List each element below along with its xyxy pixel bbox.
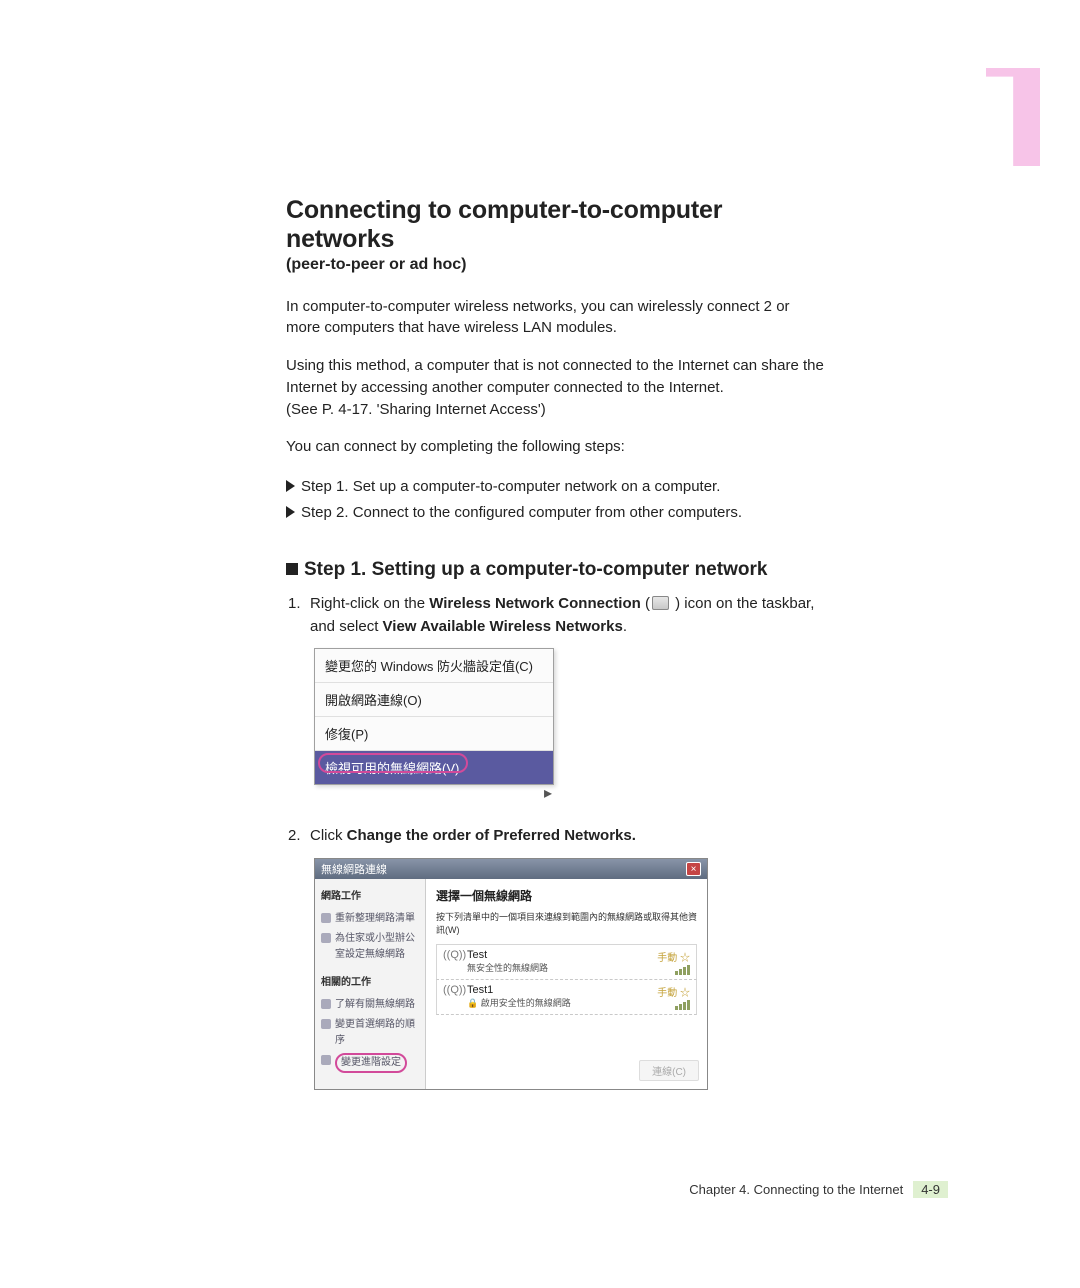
paragraph-3: You can connect by completing the follow…: [286, 436, 826, 458]
section-heading-text: Step 1. Setting up a computer-to-compute…: [304, 559, 767, 580]
dialog-title: 無線網路連線: [321, 861, 387, 877]
instr-1-bold-b: View Available Wireless Networks: [383, 618, 623, 635]
network-name: Test: [467, 949, 651, 961]
instr-1-text-d: .: [623, 618, 627, 635]
dialog-main: 選擇一個無線網路 按下列清單中的一個項目來連線到範圍內的無線網路或取得其他資訊(…: [425, 879, 707, 1089]
overview-step-2-text: Step 2. Connect to the configured comput…: [301, 504, 742, 521]
wireless-dialog-screenshot: 無線網路連線 × 網路工作 重新整理網路清單 為住家或小型辦公室設定無線網路 相…: [314, 858, 708, 1090]
signal-bars-icon: [675, 965, 690, 975]
triangle-bullet-icon: [286, 480, 295, 492]
overview-step-2: Step 2. Connect to the configured comput…: [286, 500, 826, 526]
menu-item-firewall[interactable]: 變更您的 Windows 防火牆設定值(C): [315, 649, 553, 683]
menu-item-open-connections[interactable]: 開啟網路連線(O): [315, 683, 553, 717]
antenna-icon: ((Q)): [443, 949, 461, 961]
gear-icon: [321, 1055, 331, 1065]
list-number: 1.: [288, 593, 301, 616]
antenna-icon: ((Q)): [443, 984, 461, 996]
network-status: 手動 ☆: [657, 949, 690, 964]
sidebar-link-advanced-label: 變更進階設定: [335, 1053, 407, 1073]
dialog-main-subtext: 按下列清單中的一個項目來連線到範圍內的無線網路或取得其他資訊(W): [436, 910, 697, 936]
footer-chapter-text: Chapter 4. Connecting to the Internet: [689, 1182, 903, 1197]
sidebar-link-advanced[interactable]: 變更進階設定: [321, 1051, 419, 1075]
menu-arrow-indicator: ▸: [314, 783, 826, 803]
signal-indicator: 手動 ☆: [657, 984, 690, 1010]
connect-button[interactable]: 連線(C): [639, 1060, 699, 1081]
instruction-2: 2. Click Change the order of Preferred N…: [286, 825, 826, 848]
overview-step-1: Step 1. Set up a computer-to-computer ne…: [286, 474, 826, 500]
dialog-titlebar: 無線網路連線 ×: [315, 859, 707, 879]
chapter-tab: [986, 68, 1040, 166]
signal-bars-icon: [675, 1000, 690, 1010]
page-content: Connecting to computer-to-computer netwo…: [286, 196, 826, 1090]
instr-1-text-b: (: [641, 595, 650, 612]
signal-indicator: 手動 ☆: [657, 949, 690, 975]
network-row-test1[interactable]: ((Q)) Test1 🔒 啟用安全性的無線網路 手動 ☆: [436, 980, 697, 1015]
overview-step-1-text: Step 1. Set up a computer-to-computer ne…: [301, 478, 720, 495]
refresh-icon: [321, 913, 331, 923]
sidebar-link-change-order[interactable]: 變更首選網路的順序: [321, 1015, 419, 1051]
triangle-bullet-icon: [286, 506, 295, 518]
star-icon: [321, 1019, 331, 1029]
list-number: 2.: [288, 825, 301, 848]
network-name: Test1: [467, 984, 651, 996]
sidebar-link-setup[interactable]: 為住家或小型辦公室設定無線網路: [321, 929, 419, 965]
sidebar-link-refresh[interactable]: 重新整理網路清單: [321, 909, 419, 929]
sidebar-link-setup-label: 為住家或小型辦公室設定無線網路: [335, 931, 419, 963]
page-title: Connecting to computer-to-computer netwo…: [286, 196, 826, 254]
sidebar-link-refresh-label: 重新整理網路清單: [335, 911, 415, 927]
setup-icon: [321, 933, 331, 943]
network-desc: 無安全性的無線網路: [467, 961, 651, 974]
dialog-main-heading: 選擇一個無線網路: [436, 887, 697, 904]
page-footer: Chapter 4. Connecting to the Internet 4-…: [689, 1181, 948, 1198]
menu-item-repair[interactable]: 修復(P): [315, 717, 553, 751]
network-desc-text: 啟用安全性的無線網路: [481, 998, 571, 1008]
instr-2-bold: Change the order of Preferred Networks.: [347, 827, 636, 844]
square-bullet-icon: [286, 563, 298, 575]
page-subtitle: (peer-to-peer or ad hoc): [286, 256, 826, 274]
paragraph-2-line2: (See P. 4-17. 'Sharing Internet Access'): [286, 401, 546, 418]
network-status: 手動 ☆: [657, 984, 690, 999]
paragraph-2: Using this method, a computer that is no…: [286, 355, 826, 420]
paragraph-2-line1: Using this method, a computer that is no…: [286, 357, 824, 396]
info-icon: [321, 999, 331, 1009]
context-menu-screenshot: 變更您的 Windows 防火牆設定值(C) 開啟網路連線(O) 修復(P) 檢…: [314, 648, 554, 785]
instr-2-text-a: Click: [310, 827, 347, 844]
close-icon[interactable]: ×: [686, 862, 701, 876]
menu-item-view-wireless[interactable]: 檢視可用的無線網路(V): [315, 751, 553, 784]
instr-1-text-a: Right-click on the: [310, 595, 429, 612]
wireless-connection-icon: [652, 596, 669, 610]
footer-page-number: 4-9: [913, 1181, 948, 1198]
network-row-test[interactable]: ((Q)) Test 無安全性的無線網路 手動 ☆: [436, 944, 697, 980]
paragraph-1: In computer-to-computer wireless network…: [286, 296, 826, 340]
sidebar-link-learn[interactable]: 了解有關無線網路: [321, 995, 419, 1015]
instr-1-bold-a: Wireless Network Connection: [429, 595, 641, 612]
sidebar-heading-tasks: 網路工作: [321, 889, 419, 905]
sidebar-link-learn-label: 了解有關無線網路: [335, 997, 415, 1013]
network-desc: 🔒 啟用安全性的無線網路: [467, 996, 651, 1009]
dialog-sidebar: 網路工作 重新整理網路清單 為住家或小型辦公室設定無線網路 相關的工作 了解有關…: [315, 879, 425, 1089]
sidebar-link-change-order-label: 變更首選網路的順序: [335, 1017, 419, 1049]
menu-item-view-wireless-label: 檢視可用的無線網路(V): [325, 761, 459, 776]
section-heading: Step 1. Setting up a computer-to-compute…: [286, 559, 826, 581]
sidebar-heading-related: 相關的工作: [321, 975, 419, 991]
instruction-1: 1. Right-click on the Wireless Network C…: [286, 593, 826, 638]
